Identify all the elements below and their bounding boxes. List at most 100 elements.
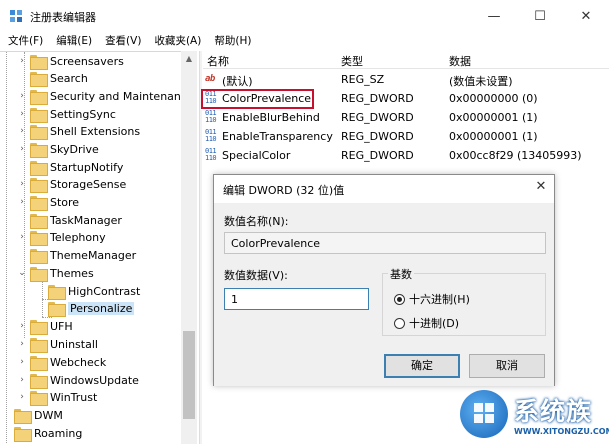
radio-hexadecimal[interactable]: 十六进制(H) bbox=[394, 291, 470, 307]
maximize-button[interactable]: ☐ bbox=[517, 0, 563, 33]
tree-item-dwm[interactable]: DWM bbox=[0, 406, 63, 424]
folder-open-icon bbox=[30, 266, 48, 282]
minimize-button[interactable]: — bbox=[471, 0, 517, 33]
scroll-up-icon[interactable]: ▲ bbox=[181, 51, 197, 67]
tree-item-storagesense[interactable]: › StorageSense bbox=[16, 175, 126, 193]
menu-favorites[interactable]: 收藏夹(A) bbox=[146, 33, 206, 49]
tree-item-label: Screensavers bbox=[50, 54, 124, 68]
string-value-icon: ab bbox=[205, 74, 215, 84]
value-name: (默认) bbox=[222, 75, 253, 88]
value-data-input[interactable]: 1 bbox=[224, 288, 369, 310]
column-header-type[interactable]: 类型 bbox=[341, 53, 363, 69]
folder-icon bbox=[30, 89, 48, 105]
pane-splitter[interactable] bbox=[199, 51, 202, 444]
menu-help[interactable]: 帮助(H) bbox=[206, 33, 256, 49]
column-header-data[interactable]: 数据 bbox=[449, 53, 471, 69]
expand-icon[interactable]: › bbox=[16, 197, 28, 207]
cancel-button[interactable]: 取消 bbox=[469, 354, 545, 378]
tree-item-label: Roaming bbox=[34, 426, 83, 440]
value-type: REG_DWORD bbox=[341, 92, 414, 105]
tree-item-taskmanager[interactable]: TaskManager bbox=[16, 211, 122, 229]
value-data-label: 数值数据(V): bbox=[224, 269, 288, 282]
collapse-icon[interactable]: ⌄ bbox=[16, 268, 28, 278]
radio-selected-icon[interactable] bbox=[394, 293, 405, 305]
tree-scrollbar[interactable]: ▲ bbox=[181, 51, 197, 444]
tree-item-telephony[interactable]: › Telephony bbox=[16, 228, 106, 246]
value-row-default[interactable]: ab (默认) REG_SZ (数值未设置) bbox=[203, 70, 609, 89]
close-button[interactable]: ✕ bbox=[563, 0, 609, 33]
value-name-text: ColorPrevalence bbox=[231, 237, 321, 250]
folder-icon bbox=[30, 107, 48, 123]
value-row-enabletransparency[interactable]: 011 110 EnableTransparency REG_DWORD 0x0… bbox=[203, 127, 609, 146]
tree-item-label: SkyDrive bbox=[50, 142, 99, 156]
expand-icon[interactable]: › bbox=[16, 109, 28, 119]
tree-item-label: ThemeManager bbox=[50, 248, 137, 262]
value-data: (数值未设置) bbox=[449, 75, 513, 88]
tree-item-uninstall[interactable]: › Uninstall bbox=[16, 335, 98, 353]
expand-icon[interactable]: › bbox=[16, 91, 28, 101]
value-row-specialcolor[interactable]: 011 110 SpecialColor REG_DWORD 0x00cc8f2… bbox=[203, 146, 609, 165]
expand-icon[interactable]: › bbox=[16, 392, 28, 402]
site-watermark: 系统族 WWW.XITONGZU.COM bbox=[456, 384, 609, 444]
folder-icon bbox=[30, 177, 48, 193]
tree-item-label: WindowsUpdate bbox=[50, 373, 139, 387]
tree-item-windowsupdate[interactable]: › WindowsUpdate bbox=[16, 371, 139, 389]
regedit-app-icon bbox=[10, 10, 22, 22]
tree-item-thememanager[interactable]: ThemeManager bbox=[16, 246, 136, 264]
tree-item-roaming[interactable]: Roaming bbox=[0, 424, 82, 442]
tree-item-webcheck[interactable]: › Webcheck bbox=[16, 353, 106, 371]
tree-item-label: SettingSync bbox=[50, 107, 116, 121]
folder-icon bbox=[30, 248, 48, 264]
tree-item-themes[interactable]: ⌄ Themes bbox=[16, 264, 94, 282]
expand-icon[interactable]: › bbox=[16, 321, 28, 331]
expand-icon[interactable]: › bbox=[16, 232, 28, 242]
value-data-text: 1 bbox=[231, 293, 238, 306]
folder-icon bbox=[30, 230, 48, 246]
tree-item-store[interactable]: › Store bbox=[16, 193, 79, 211]
radio-dec-label: 十进制(D) bbox=[409, 317, 460, 330]
tree-item-highcontrast[interactable]: HighContrast bbox=[34, 282, 140, 300]
dialog-close-icon[interactable]: ✕ bbox=[532, 178, 550, 196]
tree-item-label: HighContrast bbox=[68, 284, 141, 298]
menu-bar: 文件(F) 编辑(E) 查看(V) 收藏夹(A) 帮助(H) bbox=[0, 33, 609, 49]
tree-item-wintrust[interactable]: › WinTrust bbox=[16, 388, 97, 406]
value-name: EnableBlurBehind bbox=[222, 111, 320, 124]
value-data: 0x00000000 (0) bbox=[449, 92, 538, 105]
tree-item-skydrive[interactable]: › SkyDrive bbox=[16, 140, 99, 158]
expand-icon[interactable]: › bbox=[16, 375, 28, 385]
tree-item-label: StorageSense bbox=[50, 177, 127, 191]
radio-decimal[interactable]: 十进制(D) bbox=[394, 315, 459, 331]
scrollbar-thumb[interactable] bbox=[183, 331, 195, 419]
window-title: 注册表编辑器 bbox=[30, 11, 96, 24]
menu-view[interactable]: 查看(V) bbox=[97, 33, 146, 49]
expand-icon[interactable]: › bbox=[16, 179, 28, 189]
tree-item-settingsync[interactable]: › SettingSync bbox=[16, 105, 116, 123]
ok-button[interactable]: 确定 bbox=[384, 354, 460, 378]
tree-item-label: WinTrust bbox=[50, 390, 98, 404]
expand-icon[interactable]: › bbox=[16, 339, 28, 349]
binary-value-icon: 011 110 bbox=[205, 128, 217, 143]
tree-item-label: Shell Extensions bbox=[50, 124, 141, 138]
tree-item-startupnotify[interactable]: StartupNotify bbox=[16, 158, 123, 176]
folder-icon bbox=[30, 337, 48, 353]
column-header-name[interactable]: 名称 bbox=[207, 53, 229, 69]
tree-item-security-and-maintenance[interactable]: › Security and Maintenance bbox=[16, 87, 194, 105]
expand-icon[interactable]: › bbox=[16, 126, 28, 136]
expand-icon[interactable]: › bbox=[16, 144, 28, 154]
tree-item-personalize[interactable]: Personalize bbox=[34, 299, 135, 317]
value-row-enableblurbehind[interactable]: 011 110 EnableBlurBehind REG_DWORD 0x000… bbox=[203, 108, 609, 127]
menu-edit[interactable]: 编辑(E) bbox=[48, 33, 97, 49]
radio-unselected-icon[interactable] bbox=[394, 317, 405, 329]
tree-item-label: Search bbox=[50, 71, 88, 85]
folder-icon bbox=[30, 319, 48, 335]
tree-item-screensavers[interactable]: › Screensavers bbox=[16, 52, 124, 70]
expand-icon[interactable]: › bbox=[16, 56, 28, 66]
tree-item-ufh[interactable]: › UFH bbox=[16, 317, 73, 335]
folder-icon bbox=[30, 213, 48, 229]
tree-item-search[interactable]: Search bbox=[16, 69, 88, 87]
expand-icon[interactable]: › bbox=[16, 357, 28, 367]
value-name: EnableTransparency bbox=[222, 130, 333, 143]
tree-item-shell-extensions[interactable]: › Shell Extensions bbox=[16, 122, 140, 140]
registry-tree[interactable]: › Screensavers Search › Security and Mai… bbox=[0, 51, 197, 444]
menu-file[interactable]: 文件(F) bbox=[0, 33, 48, 49]
